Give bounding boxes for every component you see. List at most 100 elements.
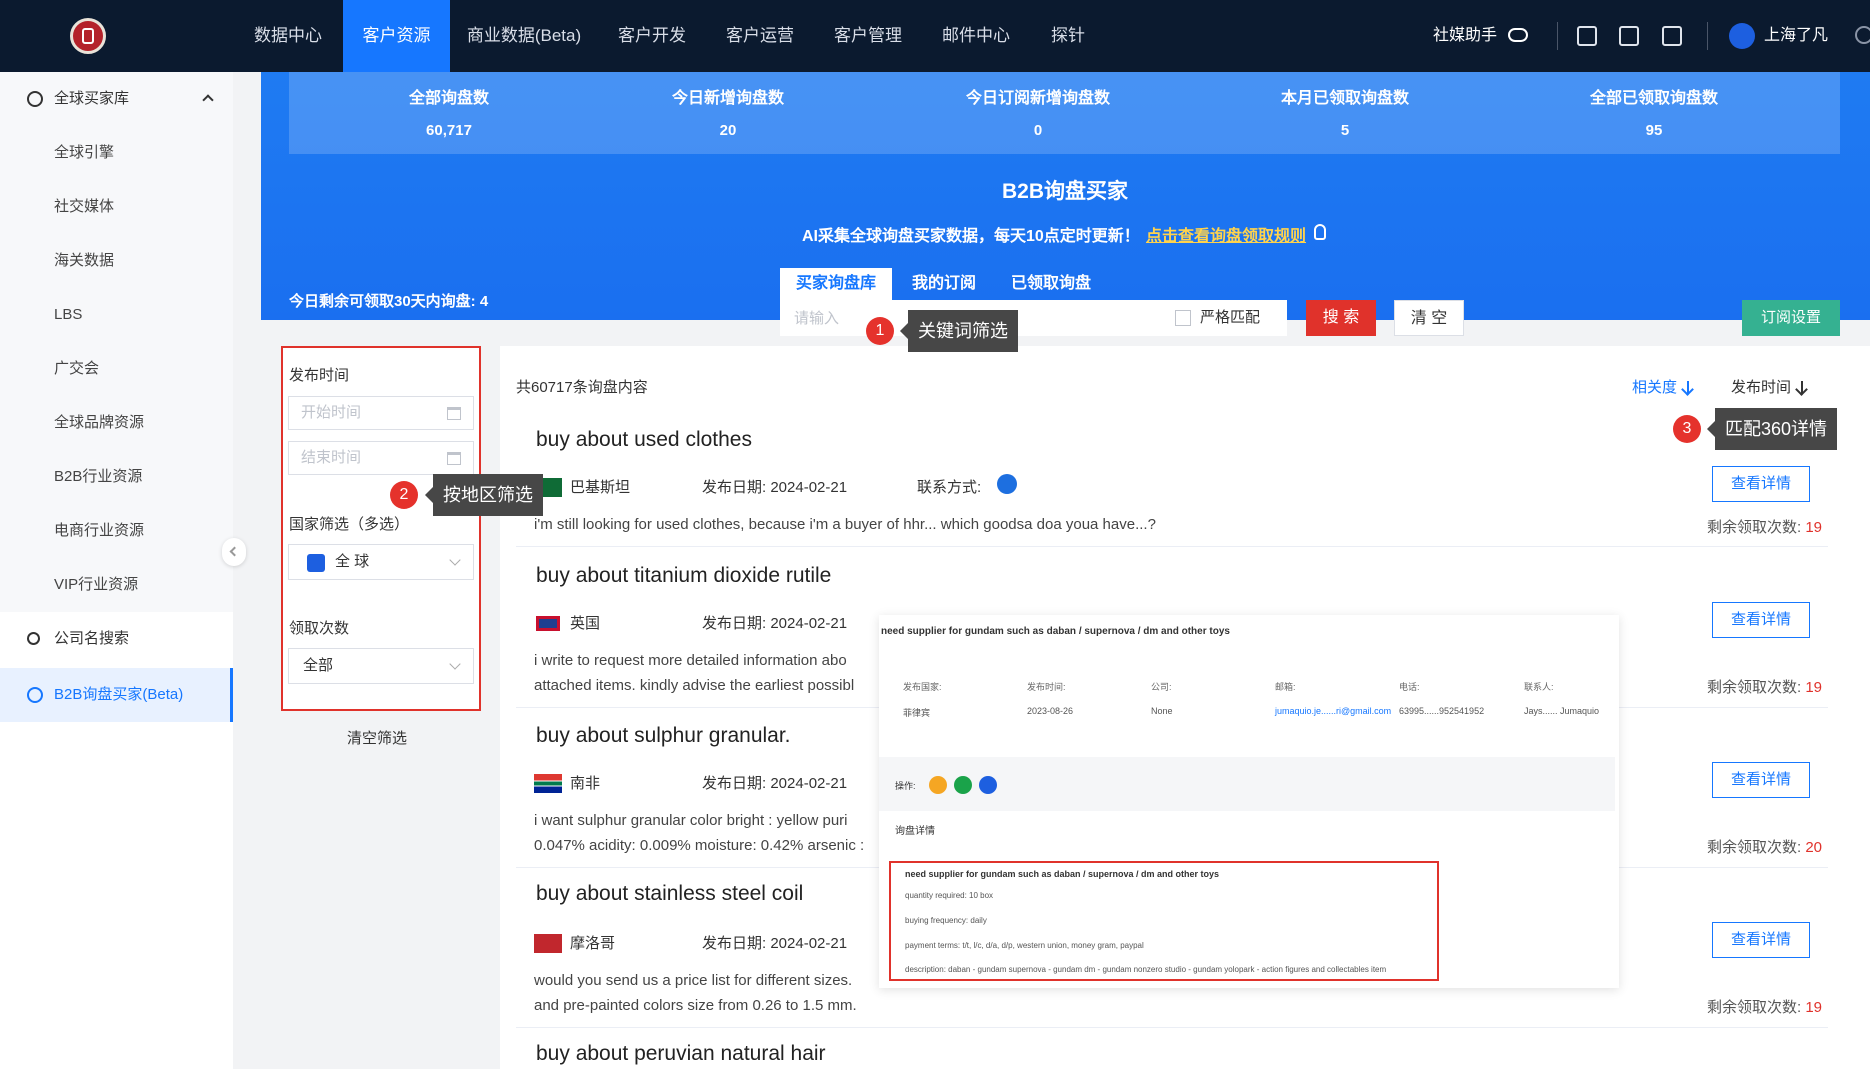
nav-business-data[interactable]: 商业数据(Beta) [456, 0, 592, 72]
country-select[interactable]: 全 球 [288, 544, 474, 580]
email-icon[interactable] [929, 776, 947, 794]
clear-button[interactable]: 清 空 [1394, 300, 1464, 336]
start-date-placeholder: 开始时间 [301, 404, 362, 421]
remaining-claims: 剩余领取次数: 20 [1706, 839, 1822, 856]
sidebar-item-b2b-industry[interactable]: B2B行业资源 [54, 450, 142, 504]
sidebar-collapse-button[interactable] [222, 538, 246, 566]
inquiry-detail-label: 询盘详情 [895, 826, 935, 837]
annotation-tooltip: 匹配360详情 [1706, 408, 1838, 450]
annotation-tooltip: 关键词筛选 [900, 310, 1018, 352]
sidebar-item-customs-data[interactable]: 海关数据 [54, 234, 114, 288]
view-details-button[interactable]: 查看详情 [1712, 922, 1810, 958]
annotation-tooltip: 按地区筛选 [425, 474, 543, 516]
start-date-input[interactable]: 开始时间 [288, 396, 474, 430]
contact-info-icon[interactable] [997, 474, 1017, 494]
claim-count-label: 领取次数 [289, 620, 350, 637]
publish-time-label: 发布时间 [289, 367, 350, 384]
country-filter-label: 国家筛选（多选） [289, 516, 410, 533]
app-logo[interactable] [70, 18, 106, 54]
item-title[interactable]: buy about titanium dioxide rutile [536, 564, 831, 588]
apps-grid-icon[interactable] [1577, 26, 1597, 46]
strict-match-label[interactable]: 严格匹配 [1200, 300, 1260, 336]
sidebar-item-ecommerce-industry[interactable]: 电商行业资源 [54, 504, 144, 558]
detail-title: need supplier for gundam such as daban /… [881, 626, 1230, 637]
detail-box-title: need supplier for gundam such as daban /… [905, 869, 1220, 879]
detail-field-label: 联系人: [1524, 682, 1554, 692]
chevron-down-icon [449, 554, 461, 566]
item-date: 发布日期: 2024-02-21 [702, 615, 848, 632]
sort-relevance-label: 相关度 [1632, 379, 1678, 396]
nav-customer-resources[interactable]: 客户资源 [343, 0, 450, 72]
sidebar-item-global-engine[interactable]: 全球引擎 [54, 126, 114, 180]
checklist-icon[interactable] [1619, 26, 1639, 46]
social-helper-link[interactable]: 社媒助手 [1433, 0, 1497, 72]
annotation-badge: 1 [866, 317, 894, 345]
list-icon[interactable] [979, 776, 997, 794]
whatsapp-icon[interactable] [954, 776, 972, 794]
nav-customer-development[interactable]: 客户开发 [606, 0, 698, 72]
calendar-icon [447, 407, 461, 420]
stat-month-claimed: 本月已领取询盘数 5 [1280, 90, 1409, 139]
operations-label: 操作: [895, 781, 916, 791]
globe-icon [27, 91, 43, 107]
page-title: B2B询盘买家 [1001, 180, 1128, 203]
view-details-button[interactable]: 查看详情 [1712, 466, 1810, 502]
list-item: buy about used clothes 巴基斯坦 发布日期: 2024-0… [516, 412, 1828, 547]
item-description: would you send us a price list for diffe… [534, 972, 853, 989]
sidebar-group-header[interactable]: 全球买家库 [0, 72, 233, 126]
detail-field-label: 发布国家: [903, 682, 942, 692]
sidebar-item-global-brands[interactable]: 全球品牌资源 [54, 396, 144, 450]
nav-customer-management[interactable]: 客户管理 [822, 0, 914, 72]
strict-match-checkbox[interactable] [1175, 310, 1191, 326]
search-button[interactable]: 搜 索 [1306, 300, 1376, 336]
item-description: and pre-painted colors size from 0.26 to… [534, 997, 857, 1014]
detail-phone-value: 63995......952541952 [1399, 706, 1485, 716]
divider [1557, 22, 1558, 50]
item-country: 巴基斯坦 [570, 479, 631, 496]
cloud-upload-icon[interactable] [1508, 28, 1528, 42]
sidebar-item-canton-fair[interactable]: 广交会 [54, 342, 99, 396]
tab-my-subscriptions[interactable]: 我的订阅 [896, 268, 992, 300]
country-select-value: 全 球 [335, 553, 370, 570]
sidebar-item-b2b-buyer[interactable]: B2B询盘买家(Beta) [0, 668, 233, 722]
item-title[interactable]: buy about used clothes [536, 428, 752, 452]
view-details-button[interactable]: 查看详情 [1712, 602, 1810, 638]
item-title[interactable]: buy about stainless steel coil [536, 882, 803, 906]
sidebar-item-lbs[interactable]: LBS [54, 288, 82, 342]
sidebar-item-vip-industry[interactable]: VIP行业资源 [54, 558, 138, 612]
detail-line: description: daban - gundam supernova - … [905, 965, 1387, 974]
total-count: 共60717条询盘内容 [516, 379, 648, 396]
view-details-button[interactable]: 查看详情 [1712, 762, 1810, 798]
nav-customer-operation[interactable]: 客户运营 [714, 0, 806, 72]
claim-count-select[interactable]: 全部 [288, 648, 474, 684]
detail-line: buying frequency: daily [905, 916, 987, 925]
flag-icon [534, 614, 562, 633]
user-name[interactable]: 上海了凡 [1764, 0, 1828, 72]
sort-relevance[interactable]: 相关度 [1632, 376, 1690, 397]
item-title[interactable]: buy about peruvian natural hair [536, 1042, 826, 1066]
nav-data-center[interactable]: 数据中心 [240, 0, 336, 72]
item-description: i want sulphur granular color bright : y… [534, 812, 848, 829]
language-globe-icon[interactable] [1855, 26, 1870, 44]
end-date-input[interactable]: 结束时间 [288, 441, 474, 475]
nav-probe[interactable]: 探针 [1040, 0, 1096, 72]
sort-time-label: 发布时间 [1731, 379, 1792, 396]
item-country: 英国 [570, 615, 601, 632]
edit-note-icon[interactable] [1662, 26, 1682, 46]
nav-mail-center[interactable]: 邮件中心 [930, 0, 1022, 72]
stats-bar: 全部询盘数 60,717 今日新增询盘数 20 今日订阅新增询盘数 0 本月已领… [289, 72, 1840, 154]
avatar[interactable] [1729, 23, 1755, 49]
sidebar-item-social-media[interactable]: 社交媒体 [54, 180, 114, 234]
tab-buyer-inquiry-library[interactable]: 买家询盘库 [780, 268, 892, 300]
claim-rules-link[interactable]: 点击查看询盘领取规则 [1146, 222, 1306, 246]
detail-email-value[interactable]: jumaquio.je......ri@gmail.com [1275, 706, 1391, 716]
item-title[interactable]: buy about sulphur granular. [536, 724, 791, 748]
subscription-settings-button[interactable]: 订阅设置 [1742, 300, 1840, 336]
sort-publish-time[interactable]: 发布时间 [1731, 376, 1804, 397]
remaining-claims: 剩余领取次数: 19 [1706, 679, 1822, 696]
tab-claimed-inquiries[interactable]: 已领取询盘 [996, 268, 1106, 300]
clear-filters-link[interactable]: 清空筛选 [300, 727, 454, 748]
detail-field-label: 邮箱: [1275, 682, 1296, 692]
item-description: i write to request more detailed informa… [534, 652, 847, 669]
sidebar-item-company-search[interactable]: 公司名搜索 [0, 612, 233, 666]
